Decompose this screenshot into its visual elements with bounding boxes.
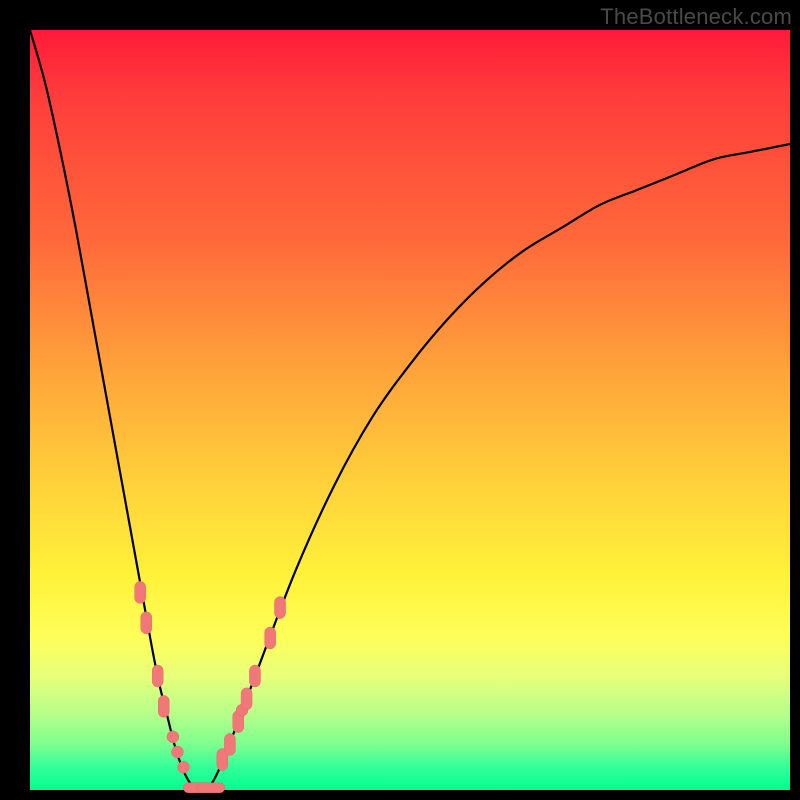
curve-marker: [275, 597, 286, 619]
plot-area: [30, 30, 790, 790]
curve-markers: [135, 581, 286, 792]
watermark-text: TheBottleneck.com: [600, 4, 792, 30]
curve-marker: [265, 627, 276, 649]
curve-marker: [249, 665, 260, 687]
curve-marker: [241, 688, 252, 710]
curve-marker: [197, 783, 225, 793]
curve-marker: [178, 761, 190, 773]
curve-marker: [171, 746, 183, 758]
bottleneck-curve: [30, 30, 790, 791]
curve-marker: [141, 612, 152, 634]
curve-marker: [224, 733, 235, 755]
curve-marker: [152, 665, 163, 687]
bottleneck-curve-svg: [30, 30, 790, 790]
curve-marker: [167, 731, 179, 743]
chart-frame: TheBottleneck.com: [0, 0, 800, 800]
curve-marker: [135, 581, 146, 603]
curve-marker: [158, 695, 169, 717]
